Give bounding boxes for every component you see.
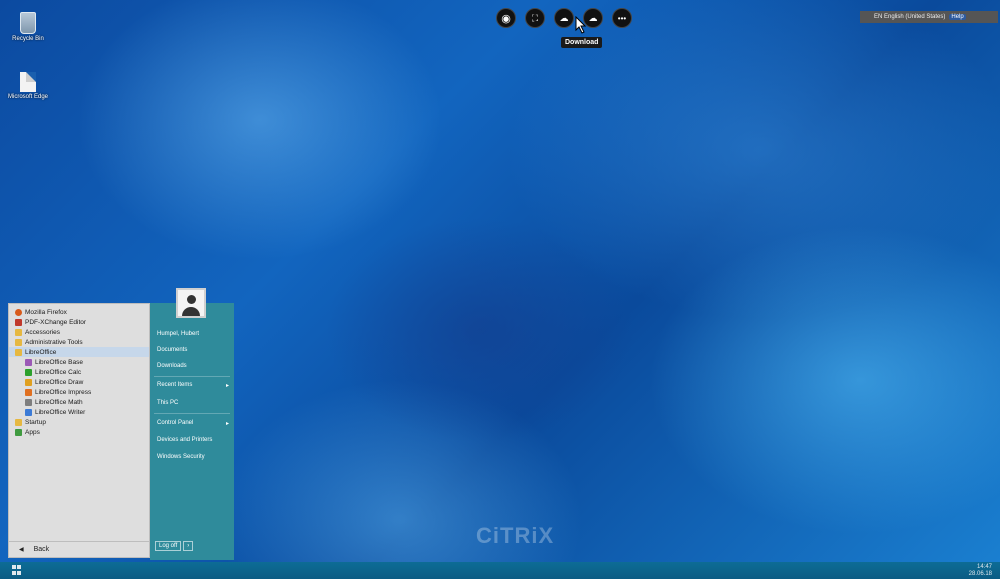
calc-icon [25,368,32,376]
language-bar[interactable]: EN English (United States) Help [860,11,998,23]
program-label: LibreOffice Writer [35,408,86,416]
this-pc-link[interactable]: This PC [157,400,233,406]
recent-items-label: Recent Items [157,382,193,388]
firefox-icon [15,308,22,316]
program-item[interactable]: LibreOffice Math [9,397,149,407]
chevron-right-icon: ▸ [225,421,229,427]
folder-icon [15,418,22,426]
desktop: Recycle Bin Microsoft Edge ◉ ⛶ ☁ ☁ ••• D… [0,0,1000,562]
back-button[interactable]: ◀ Back [9,541,149,557]
program-item[interactable]: Startup [9,417,149,427]
recycle-bin-label: Recycle Bin [12,36,44,42]
program-item[interactable]: Apps [9,427,149,437]
citrix-toolbar: ◉ ⛶ ☁ ☁ ••• [496,8,632,28]
program-item[interactable]: Mozilla Firefox [9,307,149,317]
upload-cloud-icon: ☁ [588,12,598,23]
mouse-cursor-icon [575,16,587,34]
folder-icon [15,328,22,336]
program-item[interactable]: LibreOffice Impress [9,387,149,397]
log-off-options-button[interactable]: › [183,541,194,551]
program-item[interactable]: PDF-XChange Editor [9,317,149,327]
program-label: Mozilla Firefox [25,308,67,316]
chevron-right-icon: ▸ [225,383,229,389]
start-menu-right-panel: Humpel, Hubert Documents Downloads Recen… [150,288,234,560]
impress-icon [25,388,32,396]
program-label: LibreOffice [25,348,57,356]
documents-link[interactable]: Documents [157,347,233,353]
draw-icon [25,378,32,386]
program-label: Startup [25,418,46,426]
math-icon [25,398,32,406]
program-label: Administrative Tools [25,338,83,346]
download-tooltip: Download [561,37,603,48]
log-off-button[interactable]: Log off [155,541,182,551]
windows-security-link[interactable]: Windows Security [157,454,233,460]
log-off-group: Log off › [155,541,194,551]
windows-logo-icon[interactable] [12,565,22,575]
program-label: LibreOffice Impress [35,388,92,396]
user-name-link[interactable]: Humpel, Hubert [157,331,233,337]
program-label: LibreOffice Draw [35,378,84,386]
citrix-receiver-icon: ◉ [501,12,511,25]
program-label: LibreOffice Base [35,358,83,366]
clock-time: 14:47 [976,564,992,570]
back-label: Back [33,546,50,553]
user-avatar[interactable] [176,288,206,318]
system-clock[interactable]: 14:47 28.06.18 [969,564,992,578]
folder-icon [15,338,22,346]
program-item[interactable]: LibreOffice Writer [9,407,149,417]
control-panel-link[interactable]: Control Panel ▸ [157,420,233,427]
fullscreen-icon: ⛶ [531,12,539,23]
devices-printers-link[interactable]: Devices and Printers [157,437,233,443]
program-item[interactable]: Administrative Tools [9,337,149,347]
download-cloud-icon: ☁ [559,12,569,23]
taskbar: 14:47 28.06.18 [0,562,1000,579]
download-button[interactable]: ☁ [554,8,574,28]
file-shortcut-icon [20,72,36,92]
base-icon [25,358,32,366]
program-label: PDF-XChange Editor [25,318,87,326]
program-item[interactable]: LibreOffice Base [9,357,149,367]
program-list: Mozilla Firefox PDF-XChange Editor Accesso… [8,303,150,558]
start-menu: Mozilla Firefox PDF-XChange Editor Accesso… [4,288,234,560]
pdf-icon [15,318,22,326]
writer-icon [25,408,32,416]
recycle-bin-shortcut[interactable]: Recycle Bin [6,12,50,43]
citrix-receiver-button[interactable]: ◉ [496,8,516,28]
back-arrow-icon: ◀ [19,547,24,553]
program-label: LibreOffice Calc [35,368,82,376]
citrix-watermark: CiTRiX [476,523,555,548]
recycle-bin-icon [20,12,36,34]
recent-items-link[interactable]: Recent Items ▸ [157,382,233,389]
microsoft-edge-label: Microsoft Edge [7,94,49,100]
program-label: Accessories [25,328,61,336]
downloads-link[interactable]: Downloads [157,363,233,369]
fullscreen-button[interactable]: ⛶ [525,8,545,28]
ellipsis-icon: ••• [617,13,627,23]
apps-icon [15,428,22,436]
program-item[interactable]: LibreOffice [9,347,149,357]
more-button[interactable]: ••• [612,8,632,28]
program-item[interactable]: Accessories [9,327,149,337]
language-label[interactable]: EN English (United States) [874,14,945,20]
program-label: LibreOffice Math [35,398,83,406]
control-panel-label: Control Panel [157,420,194,426]
program-label: Apps [25,428,40,436]
help-button[interactable]: Help [949,14,966,20]
clock-date: 28.06.18 [968,571,992,577]
program-item[interactable]: LibreOffice Draw [9,377,149,387]
program-item[interactable]: LibreOffice Calc [9,367,149,377]
folder-icon [15,348,22,356]
microsoft-edge-shortcut[interactable]: Microsoft Edge [6,72,50,101]
